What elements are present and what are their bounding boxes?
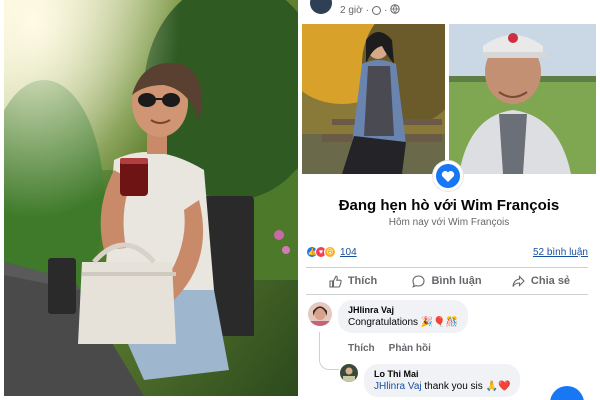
share-button[interactable]: Chia sẻ xyxy=(494,268,588,294)
reply-author[interactable]: Lo Thi Mai xyxy=(374,369,510,379)
like-label: Thích xyxy=(347,275,378,287)
comment-count[interactable]: 52 bình luận xyxy=(533,247,588,258)
event-title: Đang hẹn hò với Wim François xyxy=(338,197,560,214)
reply-avatar[interactable] xyxy=(340,364,358,382)
woman-photo xyxy=(4,0,298,396)
share-label: Chia sẻ xyxy=(530,275,571,287)
post-meta: 2 giờ · · xyxy=(340,4,401,17)
comment-actions: Thích Phản hồi xyxy=(348,343,431,354)
comment-emojis: 🎉🎈🎊 xyxy=(420,317,459,328)
commenter-avatar[interactable] xyxy=(308,302,332,326)
wow-icon: 😮 xyxy=(324,246,336,258)
comment-label: Bình luận xyxy=(431,275,482,287)
reply-bubble: Lo Thi Mai JHlinra Vaj thank you sis 🙏❤️ xyxy=(364,364,521,397)
comment-bubble: JHlinra Vaj Congratulations 🎉🎈🎊 xyxy=(338,300,469,333)
facebook-post: 2 giờ · · Đang hẹn hò với Wim François H… xyxy=(302,0,596,400)
reaction-summary[interactable]: 👍 ♥ 😮 104 xyxy=(306,246,357,258)
reply-thread-line xyxy=(319,332,339,370)
action-bar: Thích Bình luận Chia sẻ xyxy=(306,267,588,295)
reply-emojis: 🙏❤️ xyxy=(485,381,511,392)
poster-avatar[interactable] xyxy=(308,0,334,16)
comment-icon xyxy=(412,274,425,288)
event-photos xyxy=(302,24,596,174)
floating-action-button[interactable] xyxy=(550,386,584,400)
globe-icon xyxy=(390,4,401,17)
post-time[interactable]: 2 giờ xyxy=(340,5,363,16)
like-button[interactable]: Thích xyxy=(306,268,400,294)
comment-author[interactable]: JHlinra Vaj xyxy=(348,305,458,315)
post-header: 2 giờ · · xyxy=(302,0,596,20)
comment-reply-link[interactable]: Phản hồi xyxy=(389,343,431,354)
share-icon xyxy=(512,274,525,288)
event-photo-woman[interactable] xyxy=(302,24,445,174)
thumbs-up-icon xyxy=(329,275,342,288)
reaction-count[interactable]: 104 xyxy=(340,247,357,258)
comment-button[interactable]: Bình luận xyxy=(400,268,494,294)
comment-text: Congratulations xyxy=(348,317,419,328)
reply-tag[interactable]: JHlinra Vaj xyxy=(374,381,422,392)
event-photo-man[interactable] xyxy=(449,24,596,174)
comment-like-link[interactable]: Thích xyxy=(348,343,375,354)
event-subtitle: Hôm nay với Wim François xyxy=(388,217,510,228)
reply-text: thank you sis xyxy=(421,381,483,392)
heart-icon xyxy=(433,161,463,191)
clock-icon xyxy=(372,6,382,15)
